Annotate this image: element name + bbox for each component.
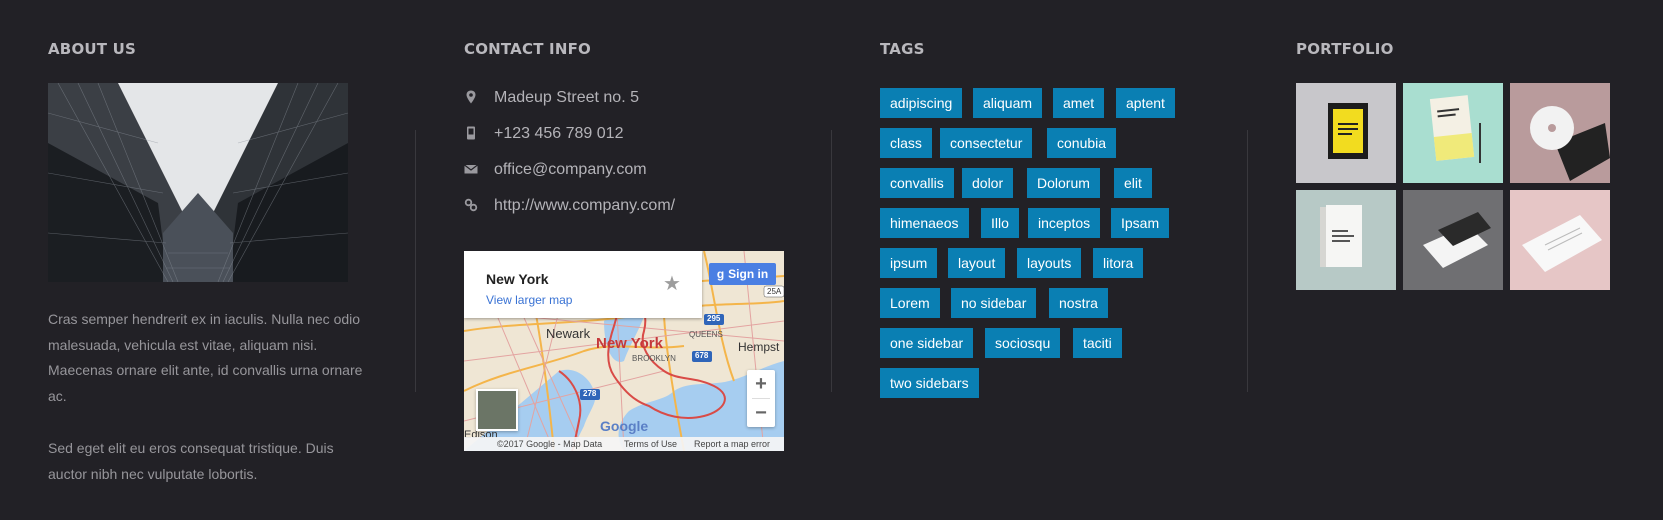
about-paragraph-1: Cras semper hendrerit ex in iaculis. Nul… <box>48 311 363 404</box>
portfolio-item-book-mint[interactable] <box>1403 83 1503 183</box>
route-678-label: 678 <box>695 351 709 360</box>
tag-link[interactable]: litora <box>1093 248 1144 278</box>
portfolio-item-framed-poster[interactable] <box>1296 83 1396 183</box>
tag-link[interactable]: no sidebar <box>951 288 1037 318</box>
portfolio-item-book-white[interactable] <box>1296 190 1396 290</box>
tag-link[interactable]: Illo <box>981 208 1019 238</box>
tag-link[interactable]: conubia <box>1047 128 1117 158</box>
star-icon[interactable]: ★ <box>663 271 681 296</box>
route-25a-label: 25A <box>767 287 782 296</box>
report-map-error-link[interactable]: Report a map error <box>694 437 770 451</box>
portfolio-item-letter-paper[interactable] <box>1510 190 1610 290</box>
queens-label: QUEENS <box>689 330 723 339</box>
tags-heading: TAGS <box>880 40 925 58</box>
tag-link[interactable]: nostra <box>1049 288 1108 318</box>
column-divider <box>1247 130 1248 392</box>
hempstead-label: Hempst <box>738 340 780 354</box>
tag-link[interactable]: convallis <box>880 168 954 198</box>
tag-link[interactable]: layouts <box>1017 248 1082 278</box>
tag-link[interactable]: Dolorum <box>1027 168 1100 198</box>
zoom-out-button[interactable]: − <box>747 399 775 427</box>
tag-link[interactable]: himenaeos <box>880 208 969 238</box>
google-logo: Google <box>600 418 649 434</box>
new-york-label: New York <box>596 335 663 352</box>
tag-link[interactable]: sociosqu <box>985 328 1061 358</box>
terms-of-use-link[interactable]: Terms of Use <box>624 437 677 451</box>
tag-link[interactable]: consectetur <box>940 128 1033 158</box>
column-divider <box>415 130 416 392</box>
tag-link[interactable]: class <box>880 128 932 158</box>
phone-text: +123 456 789 012 <box>494 125 624 142</box>
map-place-card: New York View larger map ★ <box>464 251 702 318</box>
google-sign-in-button[interactable]: g Sign in <box>709 263 776 285</box>
tag-link[interactable]: aptent <box>1116 88 1175 118</box>
link-icon <box>464 198 478 212</box>
tag-link[interactable]: one sidebar <box>880 328 974 358</box>
portfolio-heading: PORTFOLIO <box>1296 40 1394 58</box>
zoom-in-button[interactable]: + <box>747 370 775 398</box>
website-link[interactable]: http://www.company.com/ <box>494 196 675 216</box>
portfolio-item-cd-sleeve[interactable] <box>1510 83 1610 183</box>
map-place-title: New York <box>486 271 549 287</box>
tag-link[interactable]: inceptos <box>1028 208 1101 238</box>
about-building-photo <box>48 83 348 282</box>
tag-link[interactable]: Lorem <box>880 288 940 318</box>
satellite-view-toggle[interactable] <box>476 389 518 431</box>
map-footer: ©2017 Google - Map Data Terms of Use Rep… <box>464 437 784 451</box>
tag-link[interactable]: layout <box>948 248 1006 278</box>
about-paragraph-2: Sed eget elit eu eros consequat tristiqu… <box>48 440 334 482</box>
zoom-controls: + − <box>747 370 775 427</box>
route-278-label: 278 <box>583 389 597 398</box>
portfolio-item-business-cards[interactable] <box>1403 190 1503 290</box>
tag-link[interactable]: elit <box>1114 168 1152 198</box>
google-map[interactable]: 295 678 278 25A Newark New York QUEENS B… <box>464 251 784 451</box>
column-divider <box>831 130 832 392</box>
sign-in-label: Sign in <box>728 267 769 281</box>
google-g-icon: g <box>716 267 725 281</box>
phone-icon <box>467 126 475 140</box>
view-larger-map-link[interactable]: View larger map <box>486 293 572 307</box>
address-text: Madeup Street no. 5 <box>494 89 639 106</box>
brooklyn-label: BROOKLYN <box>632 354 676 363</box>
tag-link[interactable]: adipiscing <box>880 88 963 118</box>
tag-link[interactable]: aliquam <box>973 88 1043 118</box>
about-heading: ABOUT US <box>48 40 137 58</box>
route-295-label: 295 <box>707 314 721 323</box>
map-copyright: ©2017 Google - Map Data <box>497 439 603 449</box>
tag-link[interactable]: dolor <box>962 168 1014 198</box>
tag-link[interactable]: amet <box>1053 88 1105 118</box>
tag-link[interactable]: taciti <box>1073 328 1122 358</box>
tag-link[interactable]: Ipsam <box>1111 208 1170 238</box>
contact-heading: CONTACT INFO <box>464 40 591 58</box>
email-link[interactable]: office@company.com <box>494 160 647 180</box>
tag-link[interactable]: ipsum <box>880 248 938 278</box>
tag-link[interactable]: two sidebars <box>880 368 979 398</box>
envelope-icon <box>464 164 478 174</box>
map-pin-icon <box>466 90 476 104</box>
newark-label: Newark <box>546 326 591 341</box>
